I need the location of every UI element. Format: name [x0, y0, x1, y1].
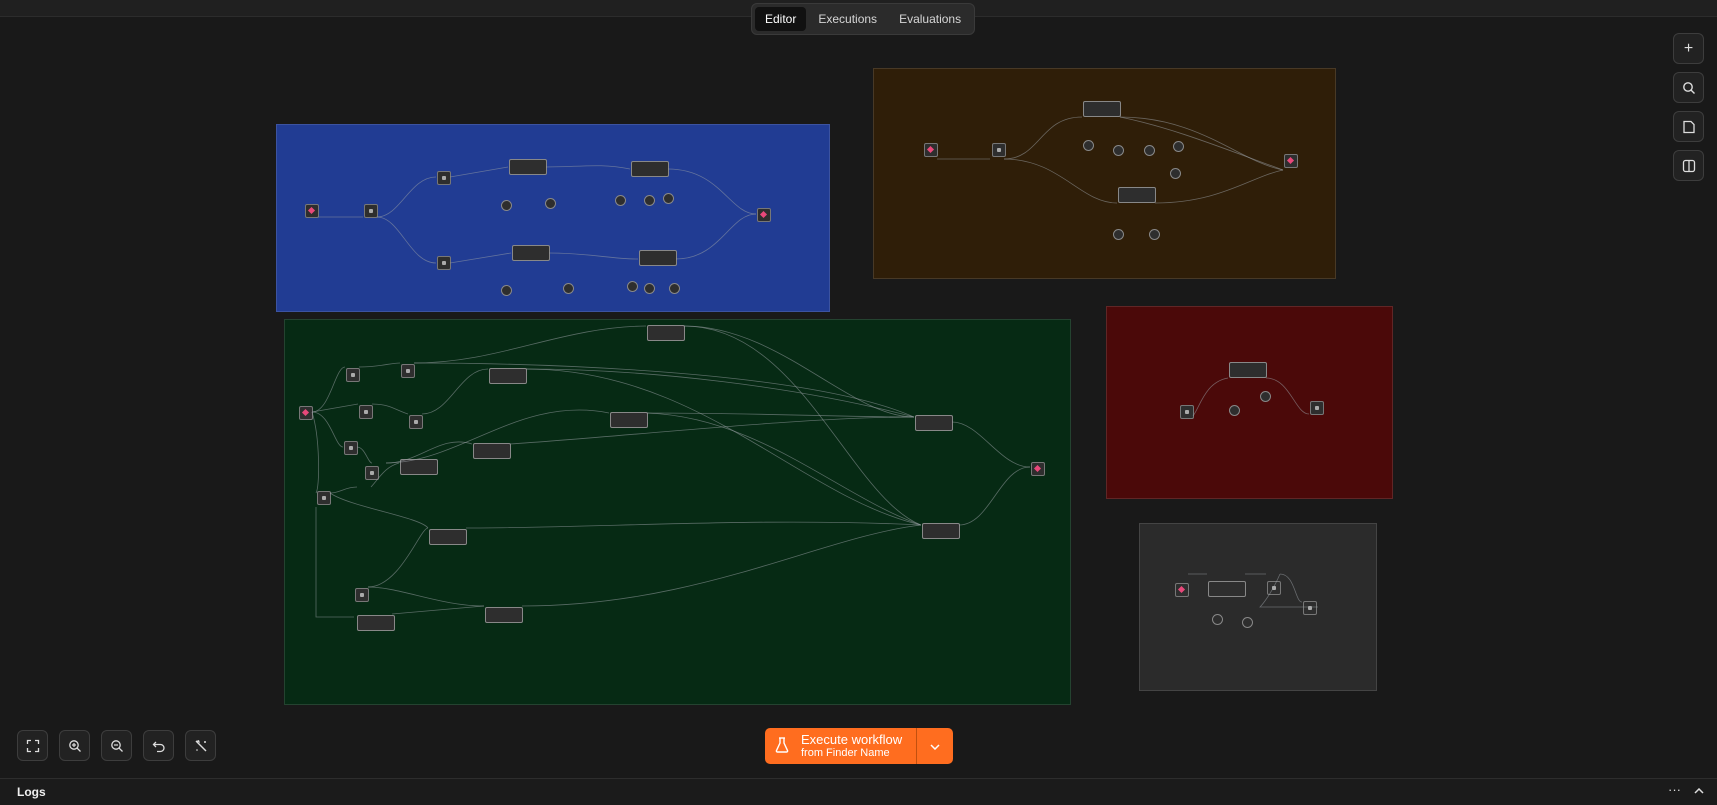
- execute-workflow: Execute workflow from Finder Name: [765, 728, 953, 764]
- tidy-up-icon[interactable]: [185, 730, 216, 761]
- search-icon[interactable]: [1673, 72, 1704, 103]
- execute-label: Execute workflow: [801, 732, 903, 747]
- more-options-icon[interactable]: ···: [1668, 782, 1681, 797]
- execute-options-button[interactable]: [916, 728, 953, 764]
- undo-icon[interactable]: [143, 730, 174, 761]
- zoom-in-icon[interactable]: [59, 730, 90, 761]
- execute-sublabel: from Finder Name: [801, 747, 890, 759]
- logs-panel[interactable]: Logs ···: [0, 778, 1717, 805]
- fit-view-icon[interactable]: [17, 730, 48, 761]
- workflow-canvas[interactable]: [0, 17, 1717, 777]
- chevron-up-icon[interactable]: [1694, 783, 1704, 797]
- chevron-down-icon: [930, 739, 940, 753]
- zoom-out-icon[interactable]: [101, 730, 132, 761]
- execute-workflow-button[interactable]: Execute workflow from Finder Name: [765, 728, 916, 764]
- sticky-note-icon[interactable]: [1673, 111, 1704, 142]
- panel-toggle-icon[interactable]: [1673, 150, 1704, 181]
- logs-title: Logs: [17, 785, 46, 799]
- plus-icon[interactable]: +: [1673, 33, 1704, 64]
- right-toolbar: +: [1673, 33, 1704, 181]
- connections-layer: [311, 116, 1318, 618]
- flask-icon: [775, 736, 793, 756]
- bottom-toolbar: [17, 730, 216, 761]
